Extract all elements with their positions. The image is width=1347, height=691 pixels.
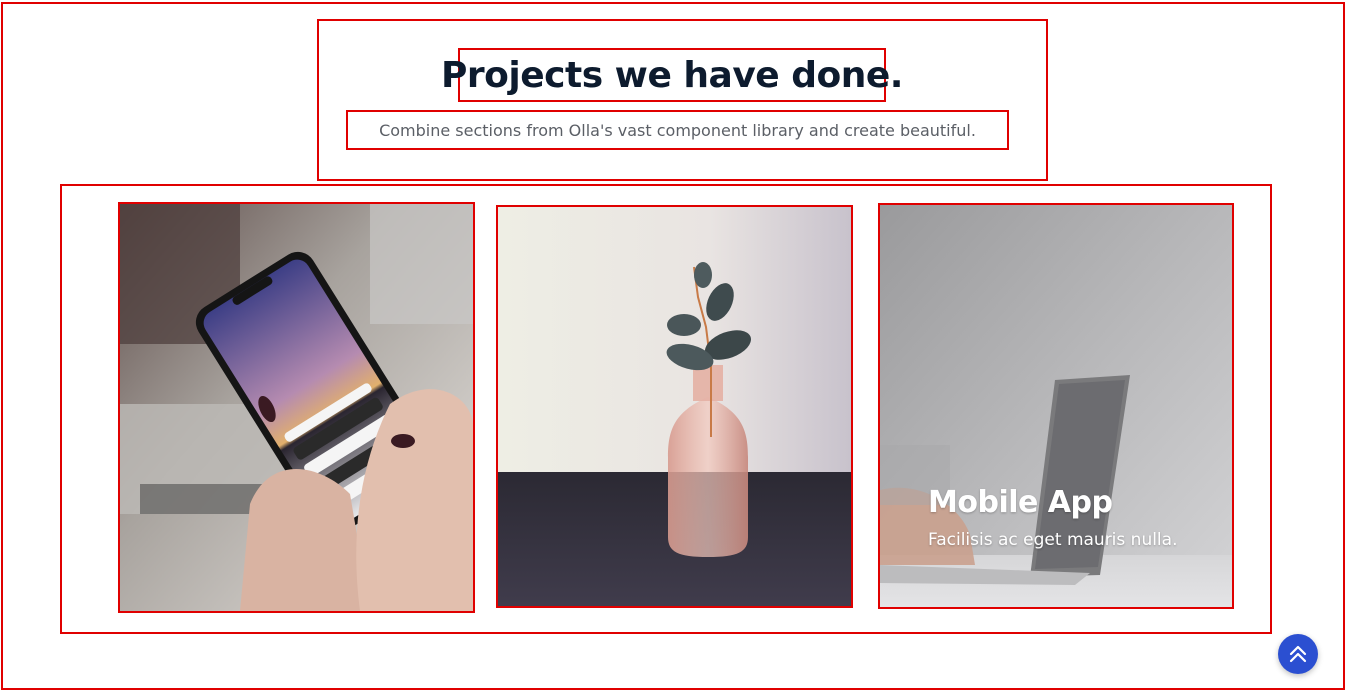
glass-vase-photo — [498, 207, 851, 606]
project-card-mobile-app[interactable]: Mobile App Facilisis ac eget mauris null… — [878, 203, 1234, 609]
double-chevron-up-icon — [1289, 645, 1307, 663]
project-caption: Mobile App Facilisis ac eget mauris null… — [928, 485, 1177, 550]
section-title: Projects we have done. — [441, 54, 903, 96]
project-description: Facilisis ac eget mauris nulla. — [928, 530, 1178, 550]
subtitle-outline: Combine sections from Olla's vast compon… — [346, 110, 1009, 150]
section-subtitle: Combine sections from Olla's vast compon… — [379, 120, 976, 140]
projects-page: Projects we have done. Combine sections … — [0, 0, 1347, 691]
scroll-to-top-button[interactable] — [1278, 634, 1318, 674]
title-outline: Projects we have done. — [441, 48, 903, 102]
project-card-phone[interactable] — [118, 202, 475, 613]
project-title: Mobile App — [928, 485, 1113, 520]
phone-in-hands-photo — [120, 204, 473, 611]
project-card-vase[interactable] — [496, 205, 853, 608]
